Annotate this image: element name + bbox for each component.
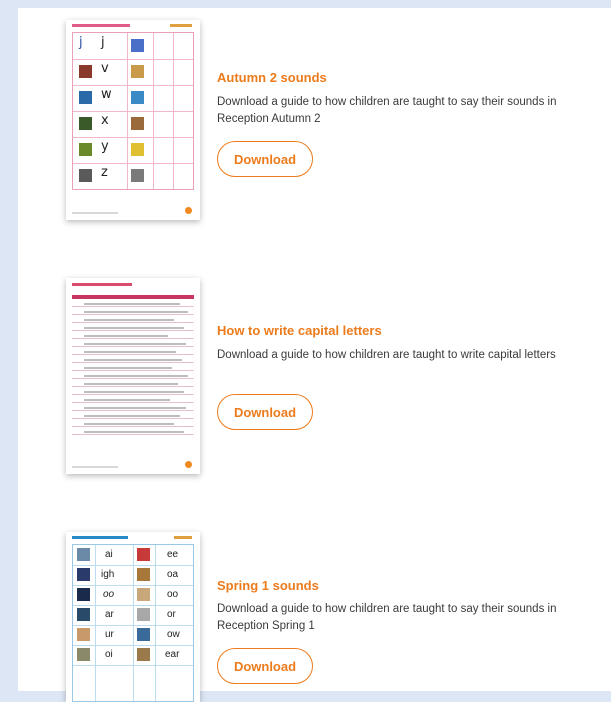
autumn-2-download-button[interactable]: Download [217,141,313,177]
capital-letters-description: Download a guide to how children are tau… [217,349,556,361]
brand-dot-icon [185,207,192,214]
capital-letters-download-button[interactable]: Download [217,394,313,430]
capital-letters-title: How to write capital letters [217,323,382,338]
brand-dot-icon [185,461,192,468]
autumn-2-thumbnail[interactable]: j j v w x y z [66,20,200,220]
content-card: j j v w x y z Autumn 2 sounds Download a… [18,8,611,702]
autumn-2-description: Download a guide to how children are tau… [217,96,557,125]
spring-1-description: Download a guide to how children are tau… [217,603,557,632]
spring-1-download-button[interactable]: Download [217,648,313,684]
spring-1-thumbnail[interactable]: ai ee igh oa oo oo ar or ur ow oi ear [66,532,200,702]
spring-1-title: Spring 1 sounds [217,578,319,593]
capital-letters-thumbnail[interactable] [66,278,200,474]
autumn-2-title: Autumn 2 sounds [217,70,327,85]
